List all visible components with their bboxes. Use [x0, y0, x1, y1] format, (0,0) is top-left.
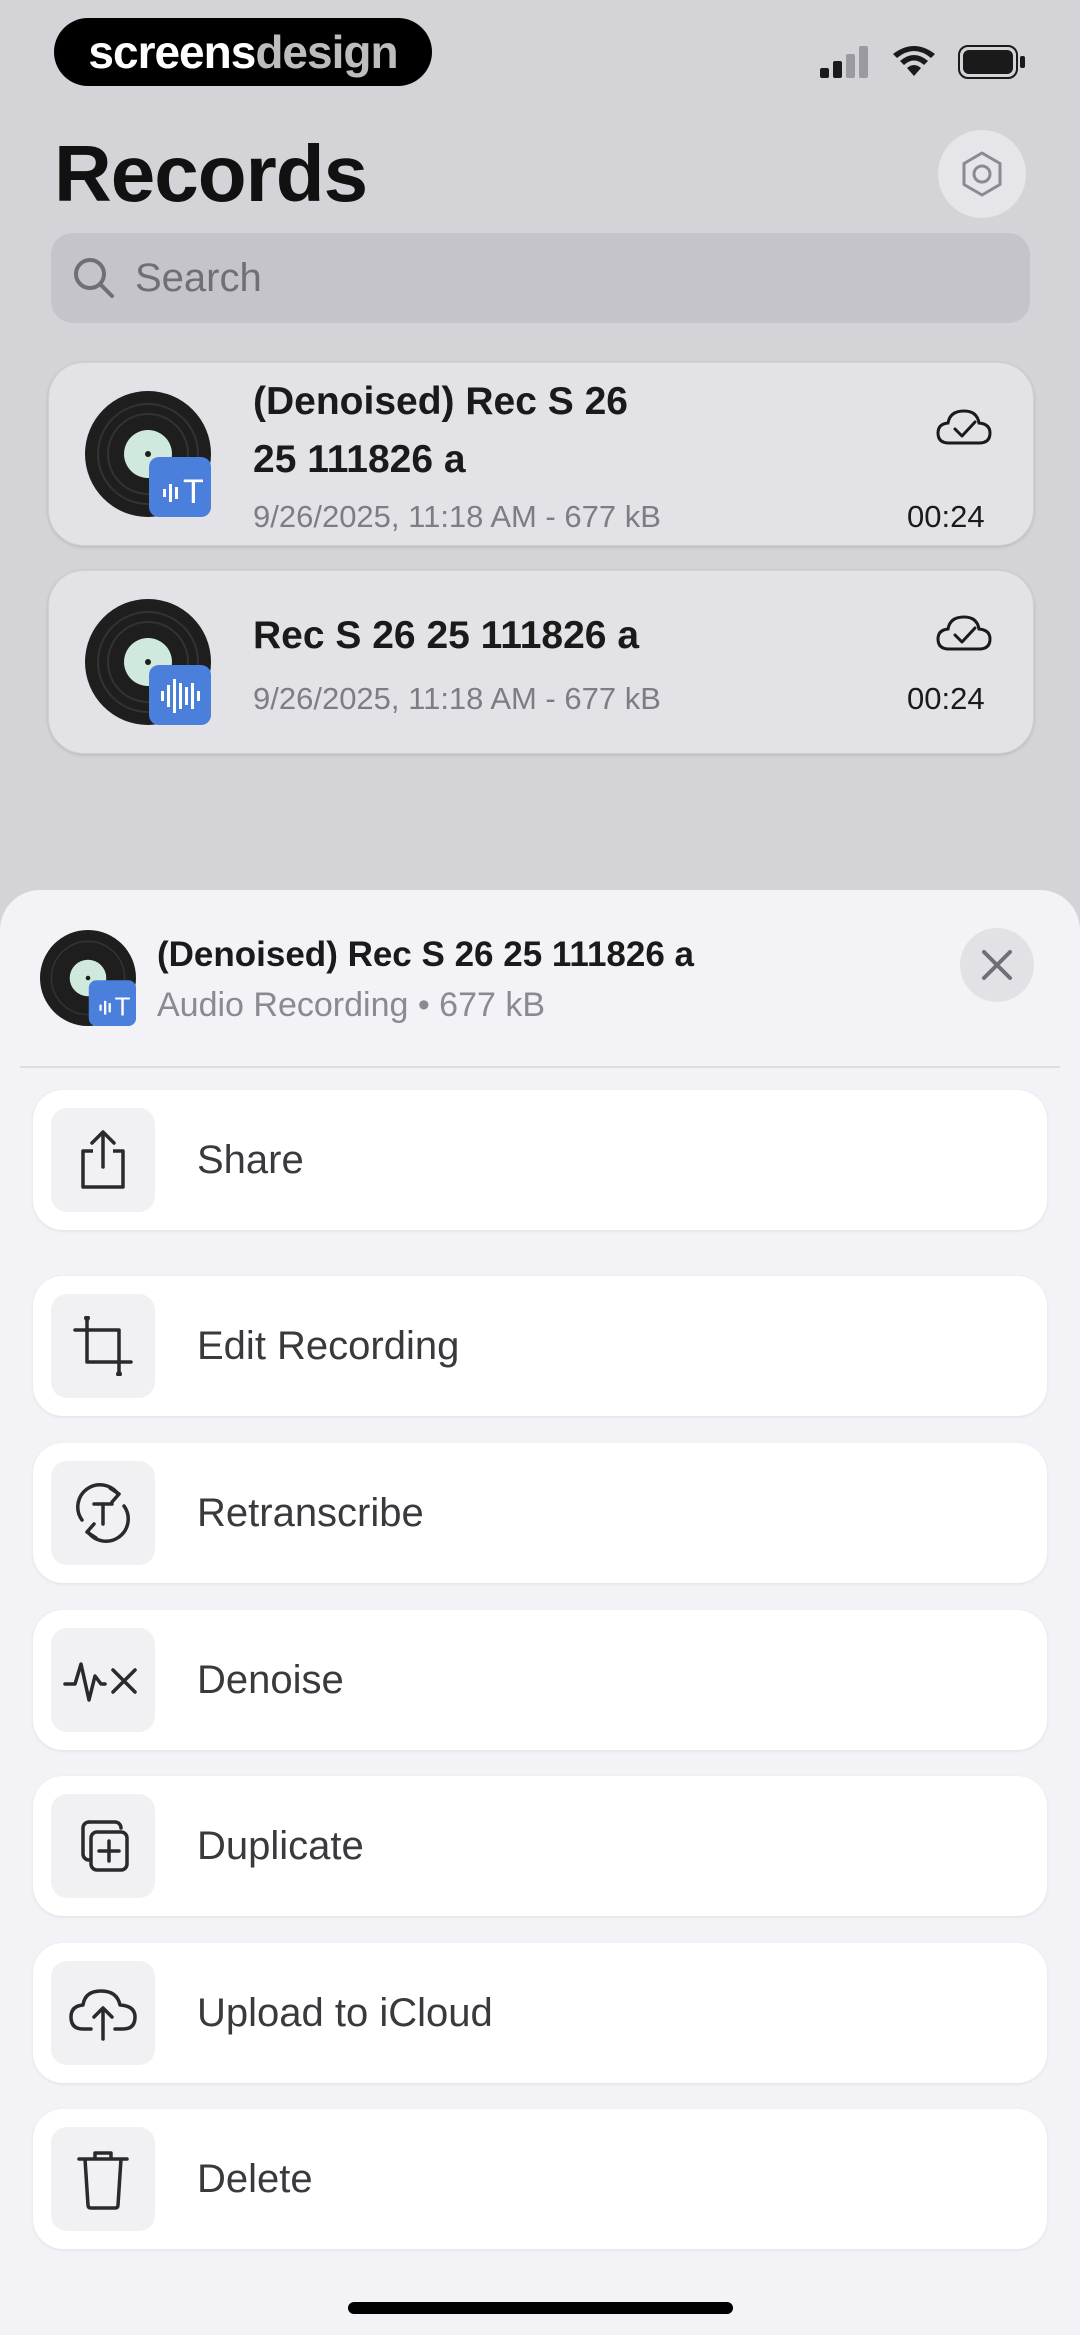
- action-label: Upload to iCloud: [197, 1990, 493, 2035]
- denoise-action[interactable]: Denoise: [33, 1610, 1047, 1750]
- logo-text-part1: screens: [88, 26, 256, 78]
- vinyl-disc-icon: [85, 599, 211, 725]
- record-title-line2: 25 111826 a: [253, 438, 466, 481]
- action-label: Delete: [197, 2156, 313, 2201]
- record-title: Rec S 26 25 111826 a: [253, 614, 640, 657]
- close-icon: [982, 950, 1012, 980]
- search-icon: [74, 258, 114, 298]
- sheet-subtitle: Audio Recording • 677 kB: [157, 986, 546, 1024]
- duplicate-action[interactable]: Duplicate: [33, 1776, 1047, 1916]
- search-bar[interactable]: Search: [51, 233, 1030, 323]
- vinyl-disc-icon: T: [40, 930, 136, 1026]
- battery-icon: [958, 45, 1025, 79]
- vinyl-disc-icon: T: [85, 391, 211, 517]
- action-label: Denoise: [197, 1657, 344, 1702]
- gear-icon: [962, 151, 1002, 197]
- share-icon: [81, 1130, 125, 1189]
- sheet-title: (Denoised) Rec S 26 25 111826 a: [157, 935, 694, 974]
- retranscribe-icon: [76, 1483, 130, 1543]
- record-meta: 9/26/2025, 11:18 AM - 677 kB: [253, 681, 661, 716]
- wifi-icon: [893, 46, 935, 76]
- svg-text:T: T: [115, 993, 131, 1021]
- page-title: Records: [54, 129, 368, 218]
- record-card[interactable]: T (Denoised) Rec S 26 25 111826 a 9/26/2…: [48, 362, 1034, 546]
- record-duration: 00:24: [907, 681, 985, 716]
- settings-button[interactable]: [938, 130, 1026, 218]
- action-label: Duplicate: [197, 1823, 364, 1868]
- share-action[interactable]: Share: [33, 1090, 1047, 1230]
- close-button[interactable]: [960, 928, 1034, 1002]
- record-meta: 9/26/2025, 11:18 AM - 677 kB: [253, 499, 661, 534]
- retranscribe-action[interactable]: Retranscribe: [33, 1443, 1047, 1583]
- cloud-upload-icon: [69, 1989, 137, 2041]
- delete-action[interactable]: Delete: [33, 2109, 1047, 2249]
- crop-icon: [73, 1316, 133, 1376]
- cloud-synced-icon: [936, 409, 992, 445]
- home-indicator[interactable]: [348, 2302, 733, 2314]
- action-label: Edit Recording: [197, 1323, 460, 1368]
- record-card[interactable]: Rec S 26 25 111826 a 9/26/2025, 11:18 AM…: [48, 570, 1034, 754]
- svg-text:T: T: [183, 473, 204, 511]
- edit-recording-action[interactable]: Edit Recording: [33, 1276, 1047, 1416]
- status-icons: [820, 40, 1026, 84]
- record-title-line1: (Denoised) Rec S 26: [253, 380, 628, 423]
- logo-text-part2: design: [255, 26, 398, 78]
- screensdesign-logo: screens design: [54, 18, 432, 86]
- action-label: Share: [197, 1137, 304, 1182]
- search-input[interactable]: Search: [135, 256, 262, 301]
- upload-icloud-action[interactable]: Upload to iCloud: [33, 1943, 1047, 2083]
- divider: [20, 1066, 1060, 1068]
- duplicate-icon: [81, 1820, 129, 1872]
- action-label: Retranscribe: [197, 1490, 424, 1535]
- cloud-synced-icon: [936, 615, 992, 651]
- trash-icon: [77, 2151, 129, 2210]
- denoise-icon: [63, 1662, 137, 1702]
- cellular-signal-icon: [820, 46, 868, 78]
- record-duration: 00:24: [907, 499, 985, 534]
